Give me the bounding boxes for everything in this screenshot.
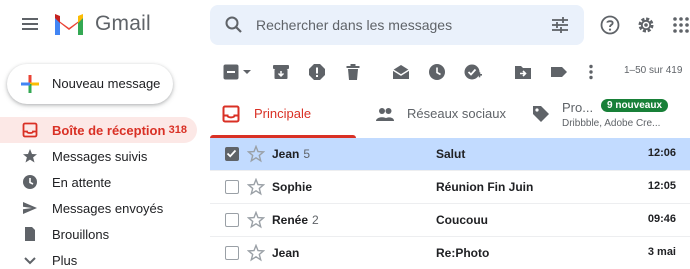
sidebar-item-label: Brouillons [52,227,110,242]
email-row[interactable]: Jean Re:Photo 3 mai [210,237,690,269]
sender-name: Renée [272,213,309,227]
sidebar-item-starred[interactable]: Messages suivis [0,143,197,169]
tab-label: Principale [254,106,312,121]
snooze-icon[interactable] [428,63,446,81]
sidebar-item-drafts[interactable]: Brouillons [0,221,197,247]
email-time: 12:06 [647,147,676,159]
label-icon[interactable] [550,63,568,81]
email-time: 09:46 [647,213,676,225]
inbox-icon [222,105,240,123]
star-icon [23,149,37,163]
unread-count: 318 [168,124,187,136]
category-tabs: Principale Réseaux sociaux Pro... 9 nouv… [210,90,690,138]
star-toggle-icon[interactable] [247,178,265,196]
search-options-icon[interactable] [550,15,570,35]
tab-primary[interactable]: Principale [210,90,356,138]
sidebar-item-label: En attente [52,175,112,190]
email-list: Jean 5 Salut 12:06 Sophie Réunion Fin Jui… [210,138,690,269]
gmail-logo-icon[interactable] [53,11,85,37]
row-checkbox[interactable] [225,213,239,227]
clock-icon [23,175,37,189]
checkmark-icon [226,149,237,158]
search-bar[interactable] [210,5,584,45]
star-toggle-icon[interactable] [247,145,265,163]
select-all-checkbox-icon[interactable] [222,63,240,81]
row-checkbox[interactable] [225,180,239,194]
move-to-icon[interactable] [514,63,532,81]
add-to-tasks-icon[interactable] [464,63,482,81]
sidebar-item-inbox[interactable]: Boîte de réception 318 [0,117,197,143]
email-subject: Salut [436,147,466,161]
compose-label: Nouveau message [52,76,161,91]
app-name[interactable]: Gmail [95,12,151,36]
people-icon [376,108,394,121]
mail-toolbar: 1–50 sur 419 [210,55,690,89]
email-subject: Coucouu [436,213,488,227]
plus-icon [21,75,39,93]
draft-icon [25,227,35,241]
search-icon[interactable] [224,15,244,35]
archive-icon[interactable] [272,63,290,81]
sender-name: Jean [272,246,300,260]
pagination-info: 1–50 sur 419 [624,65,683,76]
sidebar-item-label: Messages envoyés [52,201,164,216]
sender-name: Jean [272,147,300,161]
apps-grid-icon[interactable] [672,16,690,34]
email-time: 3 mai [647,246,676,258]
email-sender: Jean 5 [272,147,310,161]
email-subject: Re:Photo [436,246,490,260]
more-options-icon[interactable] [586,63,596,81]
star-toggle-icon[interactable] [247,211,265,229]
row-checkbox[interactable] [225,246,239,260]
email-subject: Réunion Fin Juin [436,180,534,194]
email-sender: Jean [272,246,303,260]
inbox-icon [22,122,38,138]
top-bar: Gmail [0,0,690,50]
gear-icon[interactable] [636,15,656,35]
sidebar-item-snoozed[interactable]: En attente [0,169,197,195]
tag-icon [533,106,549,122]
tab-label: Pro... [562,100,594,115]
sidebar-item-more[interactable]: Plus [0,247,197,269]
new-messages-badge: 9 nouveaux [601,99,669,112]
row-checkbox[interactable] [225,147,239,161]
delete-icon[interactable] [344,63,362,81]
select-dropdown-icon[interactable] [242,63,252,81]
star-toggle-icon[interactable] [247,244,265,262]
email-sender: Sophie [272,180,316,194]
email-row[interactable]: Renée 2 Coucouu 09:46 [210,204,690,237]
report-spam-icon[interactable] [308,63,326,81]
tab-promotions[interactable]: Pro... 9 nouveaux Dribbble, Adobe Cre... [530,90,690,138]
tab-label: Réseaux sociaux [407,106,506,121]
sidebar-item-label: Messages suivis [52,149,148,164]
email-sender: Renée 2 [272,213,319,227]
send-icon [23,202,37,214]
email-row[interactable]: Jean 5 Salut 12:06 [210,138,690,171]
thread-count: 2 [312,213,319,227]
mark-as-read-icon[interactable] [392,63,410,81]
compose-button[interactable]: Nouveau message [7,64,173,104]
tab-social[interactable]: Réseaux sociaux [370,90,520,138]
help-icon[interactable] [600,15,620,35]
email-row[interactable]: Sophie Réunion Fin Juin 12:05 [210,171,690,204]
tab-subtitle: Dribbble, Adobe Cre... [562,118,661,129]
email-time: 12:05 [647,180,676,192]
chevron-down-icon [24,257,36,265]
thread-count: 5 [303,147,311,161]
sidebar-item-label: Boîte de réception [52,123,166,138]
main-menu-icon[interactable] [20,14,40,34]
sidebar-item-label: Plus [52,253,78,268]
sidebar-item-sent[interactable]: Messages envoyés [0,195,197,221]
search-input[interactable] [256,14,536,36]
sidebar-nav: Boîte de réception 318 Messages suivis E… [0,117,200,269]
sender-name: Sophie [272,180,313,194]
